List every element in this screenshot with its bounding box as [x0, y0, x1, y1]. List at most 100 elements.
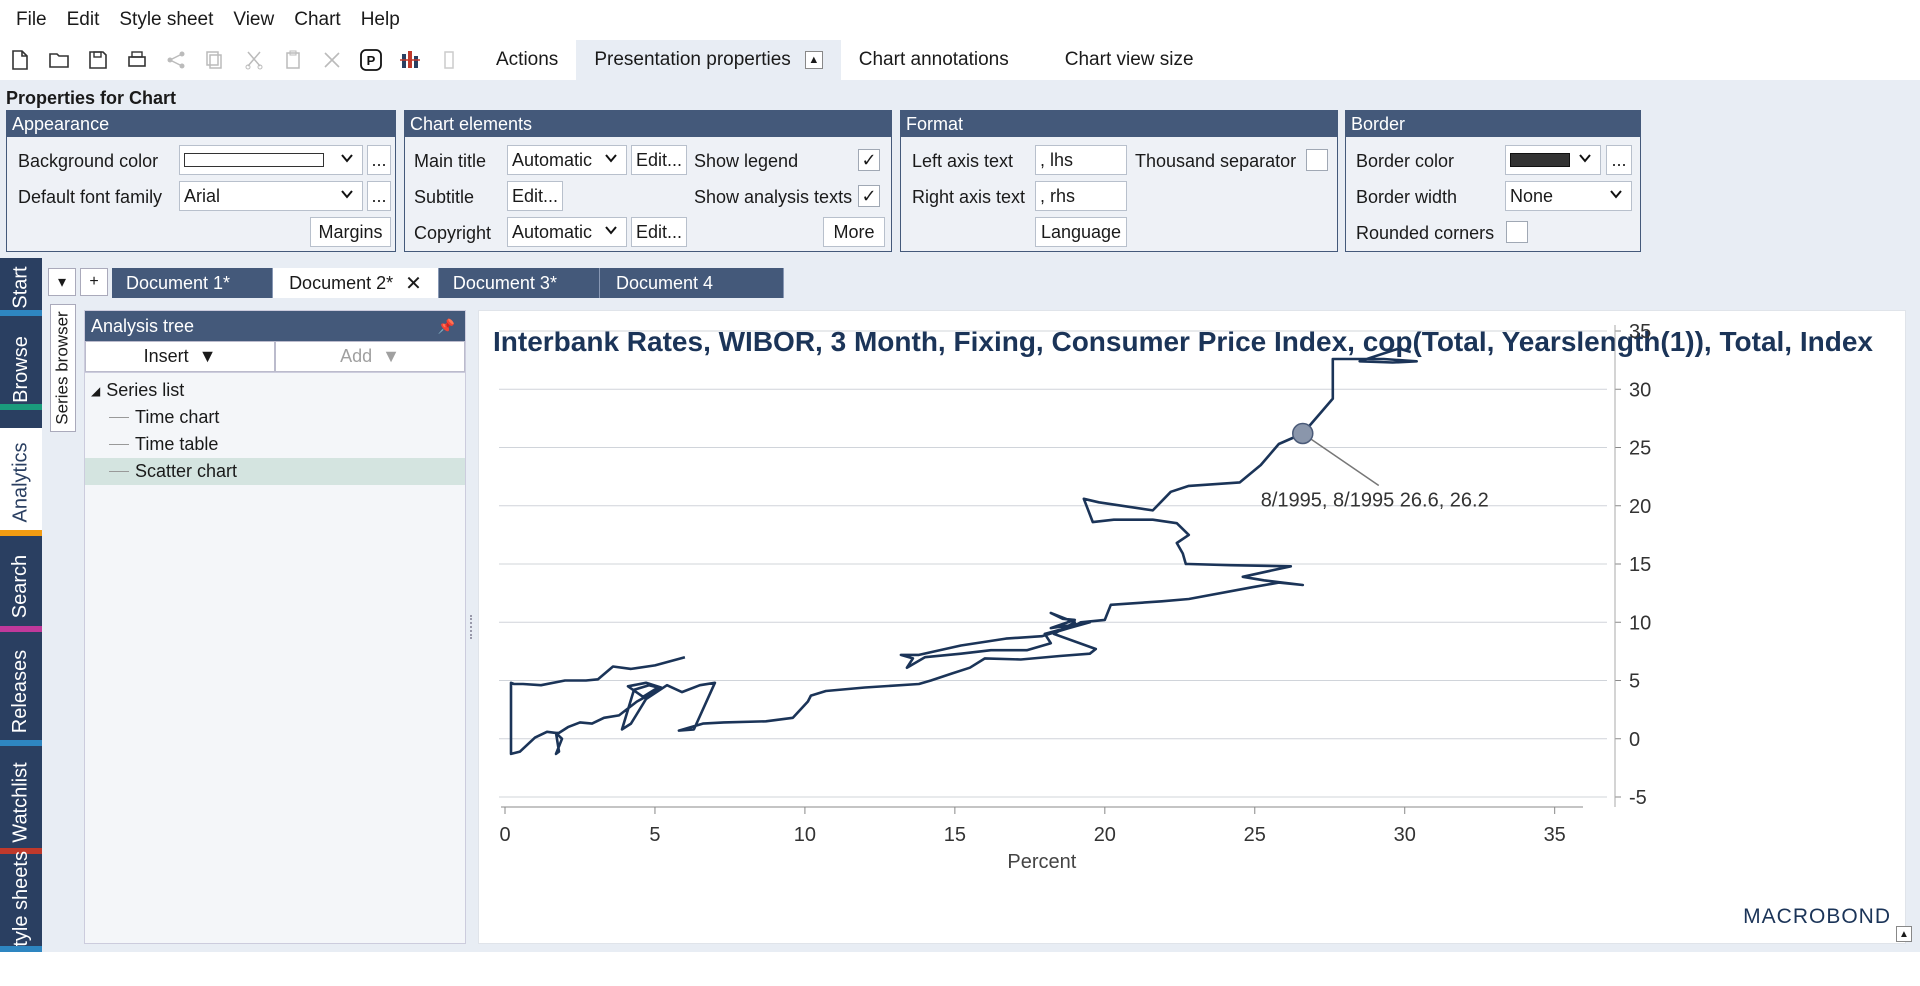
chevron-down-icon: [340, 151, 354, 165]
scroll-up-button[interactable]: ▲: [1896, 926, 1912, 942]
tab-presentation-properties[interactable]: Presentation properties ▲: [576, 40, 840, 80]
nav-search[interactable]: Search: [0, 540, 42, 632]
series-browser-label: Series browser: [53, 311, 73, 424]
tab-chart-view-size[interactable]: Chart view size: [1047, 40, 1212, 80]
nav-label: Releases: [10, 649, 33, 732]
right-axis-text-label: Right axis text: [912, 187, 1025, 208]
show-analysis-texts-checkbox[interactable]: ✓: [858, 185, 880, 207]
tabs-dropdown-button[interactable]: ▾: [48, 268, 76, 296]
tree-connector: [109, 444, 129, 445]
default-font-select[interactable]: Arial: [179, 181, 363, 211]
document-tab-2[interactable]: Document 2*✕: [273, 268, 439, 298]
border-header: Border: [1346, 111, 1640, 137]
rounded-corners-checkbox[interactable]: [1506, 221, 1528, 243]
scatter-chart[interactable]: 35302520151050-505101520253035Percent8/1…: [479, 311, 1907, 945]
tree-item-scatter-chart[interactable]: Scatter chart: [85, 458, 465, 485]
document-tab-1[interactable]: Document 1*: [112, 268, 273, 298]
background-color-select[interactable]: [179, 145, 363, 175]
tab-chart-annotations[interactable]: Chart annotations: [841, 40, 1027, 80]
left-axis-text-input[interactable]: , lhs: [1035, 145, 1127, 175]
presentation-icon[interactable]: P: [351, 40, 390, 80]
chart-bars-icon[interactable]: [390, 40, 429, 80]
margins-button[interactable]: Margins: [310, 217, 391, 247]
chevron-down-icon: [1578, 151, 1592, 165]
nav-watchlist[interactable]: Watchlist: [0, 750, 42, 854]
annotation-label[interactable]: 8/1995, 8/1995 26.6, 26.2: [1261, 490, 1489, 512]
x-axis-label: Percent: [1007, 851, 1076, 873]
close-icon[interactable]: ✕: [405, 271, 422, 296]
expand-triangle-icon[interactable]: ◢: [91, 384, 100, 398]
border-color-select[interactable]: [1505, 145, 1601, 175]
nav-label: Analytics: [10, 442, 33, 522]
nav-start[interactable]: Start: [0, 258, 42, 316]
x-tick-label: 35: [1544, 824, 1566, 846]
menu-chart[interactable]: Chart: [284, 9, 350, 31]
appearance-group: Appearance Background color ... Default …: [6, 110, 396, 252]
chart-panel[interactable]: Interbank Rates, WIBOR, 3 Month, Fixing,…: [478, 310, 1906, 944]
series-line[interactable]: [511, 349, 1417, 754]
tab-actions[interactable]: Actions: [478, 40, 576, 80]
default-font-more-button[interactable]: ...: [367, 181, 391, 211]
analysis-tree-header: Analysis tree 📌: [85, 311, 465, 341]
tree-item-label: Time table: [135, 434, 218, 455]
border-width-value: None: [1510, 186, 1553, 207]
nav-color-stripe: [0, 740, 42, 746]
border-group: Border Border color ... Border width Non…: [1345, 110, 1641, 252]
insert-button[interactable]: Insert▼: [85, 341, 275, 372]
right-axis-text-input[interactable]: , rhs: [1035, 181, 1127, 211]
annotation-connector: [1303, 434, 1379, 486]
thousand-separator-checkbox[interactable]: [1306, 149, 1328, 171]
menu-edit[interactable]: Edit: [57, 9, 110, 31]
nav-color-stripe: [0, 946, 42, 952]
document-tab-4[interactable]: Document 4: [600, 268, 784, 298]
nav-style-sheets[interactable]: Style sheets: [0, 858, 42, 952]
y-tick-label: 35: [1629, 321, 1651, 343]
x-tick-label: 30: [1394, 824, 1416, 846]
y-tick-label: 25: [1629, 438, 1651, 460]
appearance-header: Appearance: [7, 111, 395, 137]
collapse-up-icon[interactable]: ▲: [805, 51, 823, 69]
copy-icon: [195, 40, 234, 80]
new-document-icon[interactable]: [0, 40, 39, 80]
nav-releases[interactable]: Releases: [0, 636, 42, 746]
menu-view[interactable]: View: [223, 9, 284, 31]
tree-root-series-list[interactable]: ◢ Series list: [85, 377, 465, 404]
format-group: Format Left axis text , lhs Right axis t…: [900, 110, 1338, 252]
show-legend-label: Show legend: [694, 151, 798, 172]
subtitle-edit-button[interactable]: Edit...: [507, 181, 563, 211]
nav-browse[interactable]: Browse: [0, 328, 42, 410]
menu-file[interactable]: File: [6, 9, 57, 31]
show-legend-checkbox[interactable]: ✓: [858, 149, 880, 171]
main-title-edit-button[interactable]: Edit...: [631, 145, 687, 175]
border-width-select[interactable]: None: [1505, 181, 1632, 211]
tree-item-time-table[interactable]: Time table: [85, 431, 465, 458]
print-icon[interactable]: [117, 40, 156, 80]
nav-label: Browse: [10, 336, 33, 403]
pin-icon[interactable]: 📌: [438, 311, 455, 341]
open-folder-icon[interactable]: [39, 40, 78, 80]
document-tab-3[interactable]: Document 3*: [439, 268, 600, 298]
copyright-edit-button[interactable]: Edit...: [631, 217, 687, 247]
delete-icon: [312, 40, 351, 80]
caret-down-icon: ▼: [199, 346, 217, 367]
menu-help[interactable]: Help: [351, 9, 410, 31]
language-button[interactable]: Language: [1035, 217, 1127, 247]
save-icon[interactable]: [78, 40, 117, 80]
add-document-button[interactable]: +: [80, 268, 108, 296]
show-analysis-texts-label: Show analysis texts: [694, 187, 852, 208]
panel-splitter-handle[interactable]: [470, 615, 474, 639]
annotation-marker[interactable]: [1293, 424, 1313, 444]
copyright-select[interactable]: Automatic: [507, 217, 627, 247]
menu-style-sheet[interactable]: Style sheet: [109, 9, 223, 31]
analysis-tree-panel: Analysis tree 📌 Insert▼ Add▼ ◢ Series li…: [84, 310, 466, 944]
series-browser-tab[interactable]: Series browser: [50, 304, 76, 432]
border-color-more-button[interactable]: ...: [1606, 145, 1632, 175]
background-color-more-button[interactable]: ...: [367, 145, 391, 175]
tree-item-time-chart[interactable]: Time chart: [85, 404, 465, 431]
share-icon: [156, 40, 195, 80]
main-title-select[interactable]: Automatic: [507, 145, 627, 175]
nav-analytics[interactable]: Analytics: [0, 428, 42, 536]
tab-presentation-properties-label: Presentation properties: [594, 49, 790, 71]
chart-elements-header: Chart elements: [405, 111, 891, 137]
more-button[interactable]: More: [823, 217, 885, 247]
